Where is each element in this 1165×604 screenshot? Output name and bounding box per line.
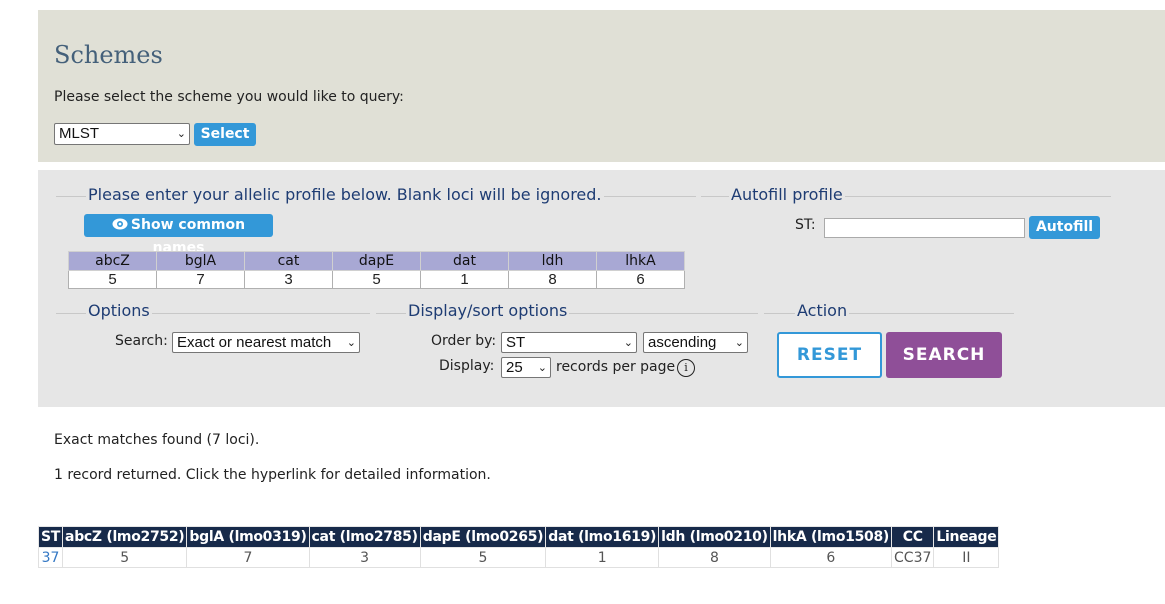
order-by-value: ST — [506, 334, 526, 351]
chevron-down-icon: ⌄ — [623, 337, 633, 349]
options-legend: Options — [86, 301, 152, 321]
st-input[interactable] — [824, 218, 1025, 238]
matches-message: Exact matches found (7 loci). — [54, 432, 260, 448]
column-header: dat (lmo1619) — [545, 526, 660, 548]
records-per-page-value: 25 — [506, 359, 523, 376]
results-header-row: ST abcZ (lmo2752) bglA (lmo0319) cat (lm… — [37, 526, 1000, 548]
reset-button[interactable]: RESET — [777, 332, 882, 378]
records-per-page-select[interactable]: 25 ⌄ — [501, 357, 551, 378]
table-row: 37 5 7 3 5 1 8 6 CC37 II — [37, 547, 1000, 568]
column-header: dapE (lmo0265) — [419, 526, 547, 548]
table-cell: 6 — [769, 547, 893, 568]
schemes-title: Schemes — [54, 41, 163, 69]
scheme-select[interactable]: MLST ⌄ — [54, 123, 190, 145]
table-cell: 5 — [62, 547, 188, 568]
search-mode-value: Exact or nearest match — [177, 334, 332, 351]
sort-direction-value: ascending — [648, 334, 717, 351]
search-mode-label: Search: — [115, 333, 168, 349]
locus-header: ldh — [508, 251, 597, 271]
column-header: Lineage — [933, 526, 1000, 548]
locus-input[interactable]: 7 — [156, 270, 245, 289]
locus-input[interactable]: 3 — [244, 270, 333, 289]
select-button[interactable]: Select — [194, 123, 256, 146]
schemes-panel: Schemes Please select the scheme you wou… — [38, 10, 1165, 162]
search-mode-select[interactable]: Exact or nearest match ⌄ — [172, 332, 360, 353]
column-header: bglA (lmo0319) — [186, 526, 310, 548]
column-header: ST — [37, 526, 64, 548]
column-header: CC — [891, 526, 935, 548]
locus-input[interactable]: 1 — [420, 270, 509, 289]
locus-header: dapE — [332, 251, 421, 271]
schemes-prompt: Please select the scheme you would like … — [54, 89, 404, 105]
action-legend: Action — [795, 301, 850, 321]
display-legend: Display/sort options — [406, 301, 570, 321]
allelic-legend: Please enter your allelic profile below.… — [86, 185, 604, 205]
sort-direction-select[interactable]: ascending ⌄ — [643, 332, 748, 353]
table-cell: 5 — [419, 547, 547, 568]
locus-header: bglA — [156, 251, 245, 271]
locus-header: dat — [420, 251, 509, 271]
eye-icon — [112, 215, 128, 230]
autofill-legend: Autofill profile — [729, 185, 845, 205]
records-returned-message: 1 record returned. Click the hyperlink f… — [54, 467, 491, 483]
locus-input[interactable]: 8 — [508, 270, 597, 289]
table-cell: 3 — [308, 547, 421, 568]
column-header: cat (lmo2785) — [308, 526, 421, 548]
table-cell: 7 — [186, 547, 310, 568]
st-label: ST: — [795, 217, 816, 233]
column-header: ldh (lmo0210) — [658, 526, 771, 548]
st-link[interactable]: 37 — [37, 547, 64, 568]
chevron-down-icon: ⌄ — [346, 337, 356, 349]
records-per-page-label: records per page — [556, 359, 676, 375]
chevron-down-icon: ⌄ — [537, 362, 547, 374]
chevron-down-icon: ⌄ — [734, 337, 744, 349]
column-header: abcZ (lmo2752) — [62, 526, 188, 548]
locus-header: lhkA — [596, 251, 685, 271]
locus-header: cat — [244, 251, 333, 271]
order-by-label: Order by: — [431, 333, 497, 349]
search-button[interactable]: SEARCH — [886, 332, 1002, 378]
locus-header: abcZ — [68, 251, 157, 271]
table-cell: CC37 — [891, 547, 935, 568]
results-table: ST abcZ (lmo2752) bglA (lmo0319) cat (lm… — [37, 526, 1000, 568]
chevron-down-icon: ⌄ — [176, 128, 186, 140]
profile-header-row: abcZ bglA cat dapE dat ldh lhkA — [68, 251, 685, 271]
display-label: Display: — [439, 358, 495, 374]
locus-input[interactable]: 6 — [596, 270, 685, 289]
query-panel: Please enter your allelic profile below.… — [38, 170, 1165, 407]
scheme-select-value: MLST — [59, 125, 100, 142]
locus-input[interactable]: 5 — [332, 270, 421, 289]
column-header: lhkA (lmo1508) — [769, 526, 893, 548]
table-cell: II — [933, 547, 1000, 568]
autofill-button[interactable]: Autofill — [1029, 216, 1100, 239]
allelic-profile-table: abcZ bglA cat dapE dat ldh lhkA 5 7 3 5 … — [68, 251, 685, 289]
table-cell: 8 — [658, 547, 771, 568]
locus-input[interactable]: 5 — [68, 270, 157, 289]
profile-input-row: 5 7 3 5 1 8 6 — [68, 270, 685, 289]
show-common-names-button[interactable]: Show common names — [84, 214, 273, 256]
order-by-select[interactable]: ST ⌄ — [501, 332, 637, 353]
info-icon[interactable]: i — [677, 359, 695, 377]
table-cell: 1 — [545, 547, 660, 568]
